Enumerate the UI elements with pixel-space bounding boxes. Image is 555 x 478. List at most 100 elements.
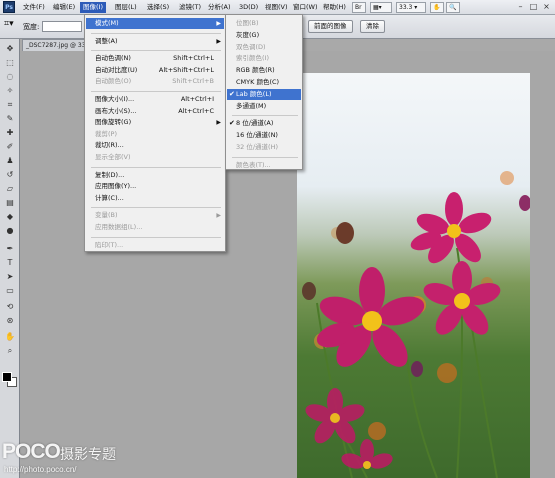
menu-help[interactable]: 帮助(H) (320, 2, 349, 13)
hand-icon[interactable]: ✋ (4, 331, 16, 342)
watermark-title: 摄影专题 (60, 446, 116, 462)
menu-analysis[interactable]: 分析(A) (205, 2, 234, 13)
menu-separator (91, 236, 221, 238)
front-image-button[interactable]: 前面的图像 (308, 20, 353, 33)
mode-menu-item-8-位-通道[interactable]: ✔ 8 位/通道(A) (227, 118, 301, 129)
marquee-icon[interactable]: ⬚ (4, 57, 16, 68)
zoom-view-icon[interactable]: 🔍 (446, 2, 460, 13)
image-menu-item-计算[interactable]: 计算(C)... (86, 193, 224, 204)
view-extras-icon[interactable]: ▦▾ (370, 2, 392, 13)
image-menu-item-label: 图像大小(I)... (95, 95, 135, 103)
image-menu-item-label: 复制(D)... (95, 170, 125, 179)
image-menu-item-变量: 变量(B) ▶ (86, 210, 224, 221)
submenu-arrow-icon: ▶ (216, 37, 221, 45)
menu-layer[interactable]: 图层(L) (112, 2, 140, 13)
watermark-brand: POCO (2, 440, 61, 463)
dodge-icon[interactable]: ● (4, 225, 16, 236)
width-label: 宽度: (23, 23, 40, 31)
checkmark-icon: ✔ (229, 89, 235, 98)
magic-wand-icon[interactable]: ✧ (4, 85, 16, 96)
path-select-icon[interactable]: ➤ (4, 271, 16, 282)
maximize-icon[interactable]: □ (528, 2, 539, 13)
watermark-url: http://photo.poco.cn/ (4, 465, 77, 474)
mode-menu-item-label: 颜色表(T)... (236, 160, 271, 169)
close-icon[interactable]: × (541, 2, 552, 13)
image-menu-item-裁切[interactable]: 裁切(R)... (86, 140, 224, 151)
menu-file[interactable]: 文件(F) (20, 2, 48, 13)
submenu-arrow-icon: ▶ (216, 20, 221, 27)
3d-rotate-icon[interactable]: ⟲ (4, 301, 16, 312)
mode-menu-item-rgb-颜色[interactable]: RGB 颜色(R) (227, 65, 301, 76)
image-menu-item-label: 计算(C)... (95, 193, 124, 202)
shortcut-text: Shift+Ctrl+L (173, 54, 214, 63)
hand-view-icon[interactable]: ✋ (430, 2, 444, 13)
zoom-level-value: 33.3 (399, 4, 413, 11)
menu-select[interactable]: 选择(S) (144, 2, 172, 13)
image-menu-item-自动色调[interactable]: 自动色调(N) Shift+Ctrl+L (86, 53, 224, 64)
crop-tool-icon[interactable]: ⌗▾ (4, 19, 14, 29)
zoom-icon[interactable]: ⌕ (4, 345, 16, 356)
image-menu-item-复制[interactable]: 复制(D)... (86, 170, 224, 181)
healing-icon[interactable]: ✚ (4, 127, 16, 138)
mode-menu-item-cmyk-颜色[interactable]: CMYK 颜色(C) (227, 77, 301, 88)
image-menu-item-label: 图像旋转(G) (95, 118, 132, 127)
checkmark-icon: ✔ (229, 119, 235, 128)
mode-menu-item-颜色表: 颜色表(T)... (227, 160, 301, 171)
mode-menu-item-多通道[interactable]: 多通道(M) (227, 101, 301, 112)
image-menu-item-自动颜色: 自动颜色(O) Shift+Ctrl+B (86, 76, 224, 87)
menu-filter[interactable]: 滤镜(T) (176, 2, 204, 13)
lasso-icon[interactable]: ◌ (4, 71, 16, 82)
image-menu-item-label: 裁切(R)... (95, 141, 124, 150)
shape-icon[interactable]: ▭ (4, 285, 16, 296)
image-menu-item-自动对比度[interactable]: 自动对比度(U) Alt+Shift+Ctrl+L (86, 65, 224, 76)
image-menu-item-模式[interactable]: 模式(M) ▶ (86, 18, 224, 29)
eyedropper-icon[interactable]: ✎ (4, 113, 16, 124)
mode-menu-item-16-位-通道[interactable]: 16 位/通道(N) (227, 130, 301, 141)
crop-icon[interactable]: ⌗ (4, 99, 16, 110)
gradient-icon[interactable]: ▤ (4, 197, 16, 208)
eraser-icon[interactable]: ▱ (4, 183, 16, 194)
mode-menu-item-32-位-通道: 32 位/通道(H) (227, 142, 301, 153)
minimize-icon[interactable]: – (515, 2, 526, 13)
history-brush-icon[interactable]: ↺ (4, 169, 16, 180)
bridge-icon[interactable]: Br (352, 2, 366, 13)
image-menu-item-图像旋转[interactable]: 图像旋转(G) ▶ (86, 117, 224, 128)
blur-icon[interactable]: ◆ (4, 211, 16, 222)
photoshop-logo: Ps (3, 1, 15, 13)
menu-image[interactable]: 图像(I) (80, 2, 106, 13)
mode-menu-item-label: 灰度(G) (236, 30, 260, 39)
mode-menu-item-lab-颜色[interactable]: ✔ Lab 颜色(L) (227, 88, 301, 100)
mode-menu-item-label: 8 位/通道(A) (236, 119, 274, 128)
menu-edit[interactable]: 编辑(E) (50, 2, 78, 13)
image-menu-item-应用图像[interactable]: 应用图像(Y)... (86, 181, 224, 192)
3d-orbit-icon[interactable]: ⊛ (4, 315, 16, 326)
image-menu-item-label: 画布大小(S)... (95, 106, 137, 115)
mode-menu-item-label: Lab 颜色(L) (236, 89, 272, 98)
photo-illustration (302, 171, 530, 478)
clone-stamp-icon[interactable]: ♟ (4, 155, 16, 166)
clear-button[interactable]: 清除 (360, 20, 385, 33)
menu-view[interactable]: 视图(V) (262, 2, 291, 13)
type-icon[interactable]: T (4, 257, 16, 268)
image-menu-item-陷印: 陷印(T)... (86, 240, 224, 251)
menu-3d[interactable]: 3D(D) (236, 2, 261, 13)
foreground-color-swatch[interactable] (2, 372, 12, 382)
image-menu-item-label: 应用数据组(L)... (95, 223, 143, 231)
move-icon[interactable]: ✥ (4, 43, 16, 54)
document-tab[interactable]: _DSC7287.jpg @ 33 (22, 39, 85, 51)
image-menu-item-调整[interactable]: 调整(A) ▶ (86, 36, 224, 47)
shortcut-text: Alt+Ctrl+C (178, 106, 214, 115)
cosmos-flower-photo (297, 73, 530, 478)
image-menu-item-图像大小[interactable]: 图像大小(I)... Alt+Ctrl+I (86, 94, 224, 105)
menu-separator (232, 115, 298, 117)
brush-icon[interactable]: ✐ (4, 141, 16, 152)
pen-icon[interactable]: ✒ (4, 243, 16, 254)
mode-submenu: 位图(B) 灰度(G) 双色调(D) 索引颜色(I) RGB 颜色(R) CMYK 颜色(… (225, 14, 303, 170)
image-menu-item-label: 调整(A) (95, 36, 118, 45)
mode-menu-item-索引颜色: 索引颜色(I) (227, 53, 301, 64)
mode-menu-item-灰度[interactable]: 灰度(G) (227, 30, 301, 41)
menu-window[interactable]: 窗口(W) (290, 2, 321, 13)
zoom-level-select[interactable]: 33.3 ▾ (396, 2, 426, 13)
width-input[interactable] (42, 21, 82, 32)
image-menu-item-画布大小[interactable]: 画布大小(S)... Alt+Ctrl+C (86, 106, 224, 117)
